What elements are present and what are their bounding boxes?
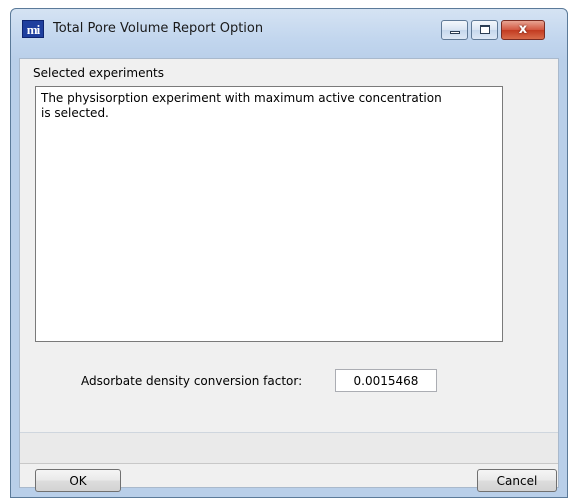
maximize-button[interactable] (471, 20, 498, 40)
dialog-content: Selected experiments The physisorption e… (19, 58, 559, 492)
close-icon: x (518, 22, 528, 37)
minimize-icon (450, 31, 460, 34)
density-factor-input[interactable] (335, 369, 437, 392)
window-title: Total Pore Volume Report Option (53, 21, 264, 36)
selected-experiments-text[interactable]: The physisorption experiment with maximu… (35, 86, 503, 342)
density-factor-label: Adsorbate density conversion factor: (81, 374, 303, 388)
dialog-window: mi Total Pore Volume Report Option x Sel… (10, 8, 568, 498)
close-button[interactable]: x (501, 20, 545, 40)
cancel-button[interactable]: Cancel (477, 469, 557, 492)
maximize-icon (480, 25, 490, 34)
selected-experiments-label: Selected experiments (33, 66, 165, 80)
title-bar[interactable]: mi Total Pore Volume Report Option x (11, 9, 567, 59)
minimize-button[interactable] (441, 20, 468, 40)
ok-button[interactable]: OK (35, 469, 121, 492)
status-strip (20, 433, 558, 464)
app-logo-icon: mi (22, 20, 44, 38)
